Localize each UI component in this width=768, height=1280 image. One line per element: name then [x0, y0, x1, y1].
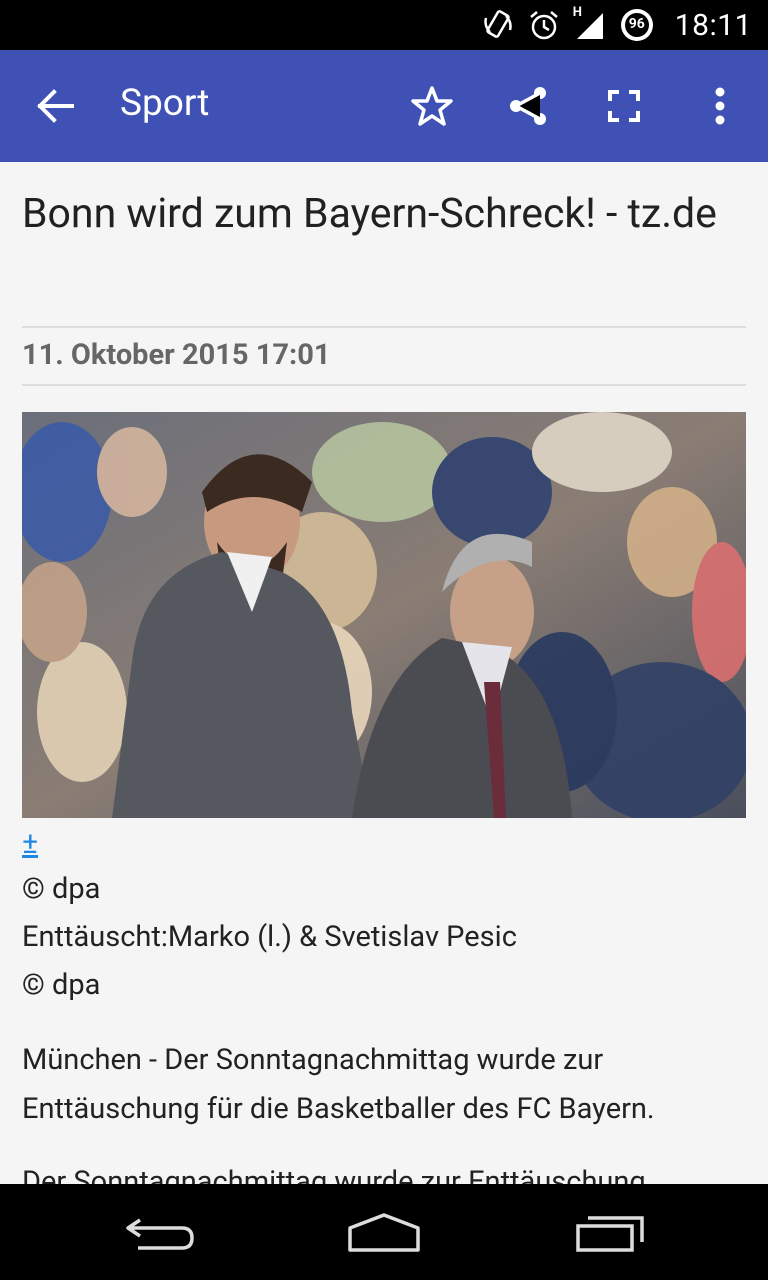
- star-icon[interactable]: [408, 80, 456, 132]
- expand-photo-link[interactable]: ±: [22, 826, 38, 861]
- photo-credit: © dpa: [22, 872, 101, 906]
- alarm-icon: [527, 8, 561, 42]
- fullscreen-icon[interactable]: [600, 80, 648, 132]
- recents-nav-icon[interactable]: [574, 1214, 646, 1258]
- more-vert-icon[interactable]: [696, 80, 744, 132]
- photo-caption: Enttäuscht:Marko (l.) & Svetislav Pesic: [22, 920, 517, 954]
- app-bar: Sport: [0, 50, 768, 162]
- page-title: Sport: [120, 82, 210, 125]
- article-paragraph: München - Der Sonntagnachmittag wurde zu…: [22, 1043, 655, 1126]
- signal-icon: H: [573, 5, 605, 41]
- photo-credit: © dpa: [22, 968, 101, 1002]
- divider: [22, 384, 746, 386]
- back-arrow-icon[interactable]: [36, 88, 76, 124]
- article-paragraph: Der Sonntagnachmittag wurde zur Enttäusc…: [22, 1165, 646, 1184]
- article-content[interactable]: Bonn wird zum Bayern-Schreck! - tz.de 11…: [0, 162, 768, 1184]
- home-nav-icon[interactable]: [346, 1212, 422, 1258]
- article-photo[interactable]: [22, 412, 746, 818]
- battery-level: 96: [628, 16, 645, 32]
- status-bar: H 96 18:11: [0, 0, 768, 50]
- article-headline: Bonn wird zum Bayern-Schreck! - tz.de: [22, 190, 717, 238]
- article-date: 11. Oktober 2015 17:01: [22, 338, 331, 372]
- battery-icon: 96: [619, 7, 655, 43]
- divider: [22, 326, 746, 328]
- navigation-bar: [0, 1184, 768, 1280]
- clock: 18:11: [674, 7, 752, 43]
- share-icon[interactable]: [504, 80, 552, 132]
- back-nav-icon[interactable]: [124, 1214, 196, 1258]
- rotate-icon: [483, 8, 513, 42]
